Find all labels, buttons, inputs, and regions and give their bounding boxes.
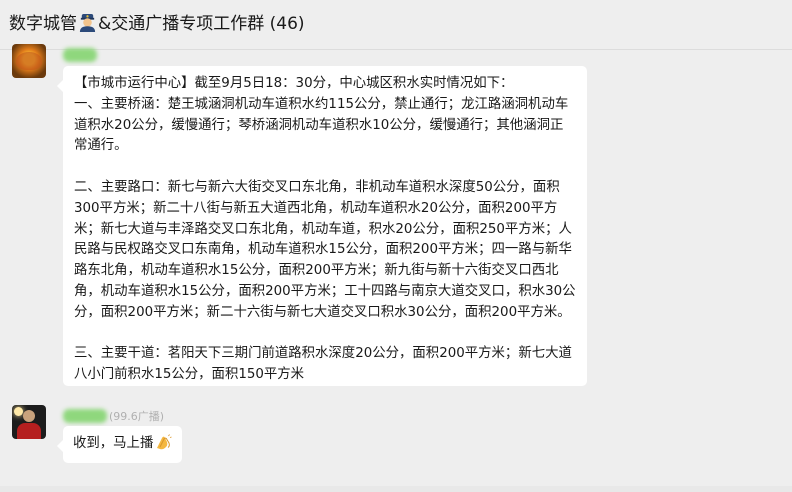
blurred-name: [63, 409, 107, 423]
clapping-hands-icon: [157, 434, 172, 450]
report-section-arterials: 三、主要干道：茗阳天下三期门前道路积水深度20公分，面积200平方米；新七大道八…: [74, 346, 572, 383]
autumn-leaves-avatar[interactable]: [12, 44, 46, 78]
report-section-intersections: 二、主要路口：新七与新六大街交叉口东北角，非机动车道积水深度50公分，面积300…: [74, 179, 576, 320]
more-dots-icon: [462, 486, 502, 492]
police-officer-icon: [79, 13, 96, 32]
person-portrait-avatar[interactable]: [12, 405, 46, 439]
sender-name-1: [63, 48, 97, 62]
report-line-header: 【市城市运行中心】截至9月5日18：30分，中心城区积水实时情况如下：: [74, 76, 514, 91]
report-section-bridges: 一、主要桥涵：楚王城涵洞机动车道积水约115公分，禁止通行；龙江路涵洞机动车道积…: [74, 96, 569, 154]
sender-name-2: (99.6广播): [63, 408, 164, 424]
chat-title-bar: 数字城管 &交通广播专项工作群 (46): [0, 0, 792, 50]
chat-title-prefix: 数字城管: [9, 14, 77, 34]
chat-title[interactable]: 数字城管 &交通广播专项工作群 (46): [9, 12, 305, 36]
blurred-name: [63, 48, 97, 62]
reply-text: 收到，马上播: [73, 436, 154, 451]
input-area-edge: [0, 486, 792, 492]
sender-name-suffix: (99.6广播): [109, 410, 165, 423]
message-bubble-report[interactable]: 【市城市运行中心】截至9月5日18：30分，中心城区积水实时情况如下： 一、主要…: [57, 66, 587, 386]
message-bubble-reply[interactable]: 收到，马上播: [56, 426, 183, 463]
chat-title-suffix: &交通广播专项工作群 (46): [98, 14, 305, 34]
